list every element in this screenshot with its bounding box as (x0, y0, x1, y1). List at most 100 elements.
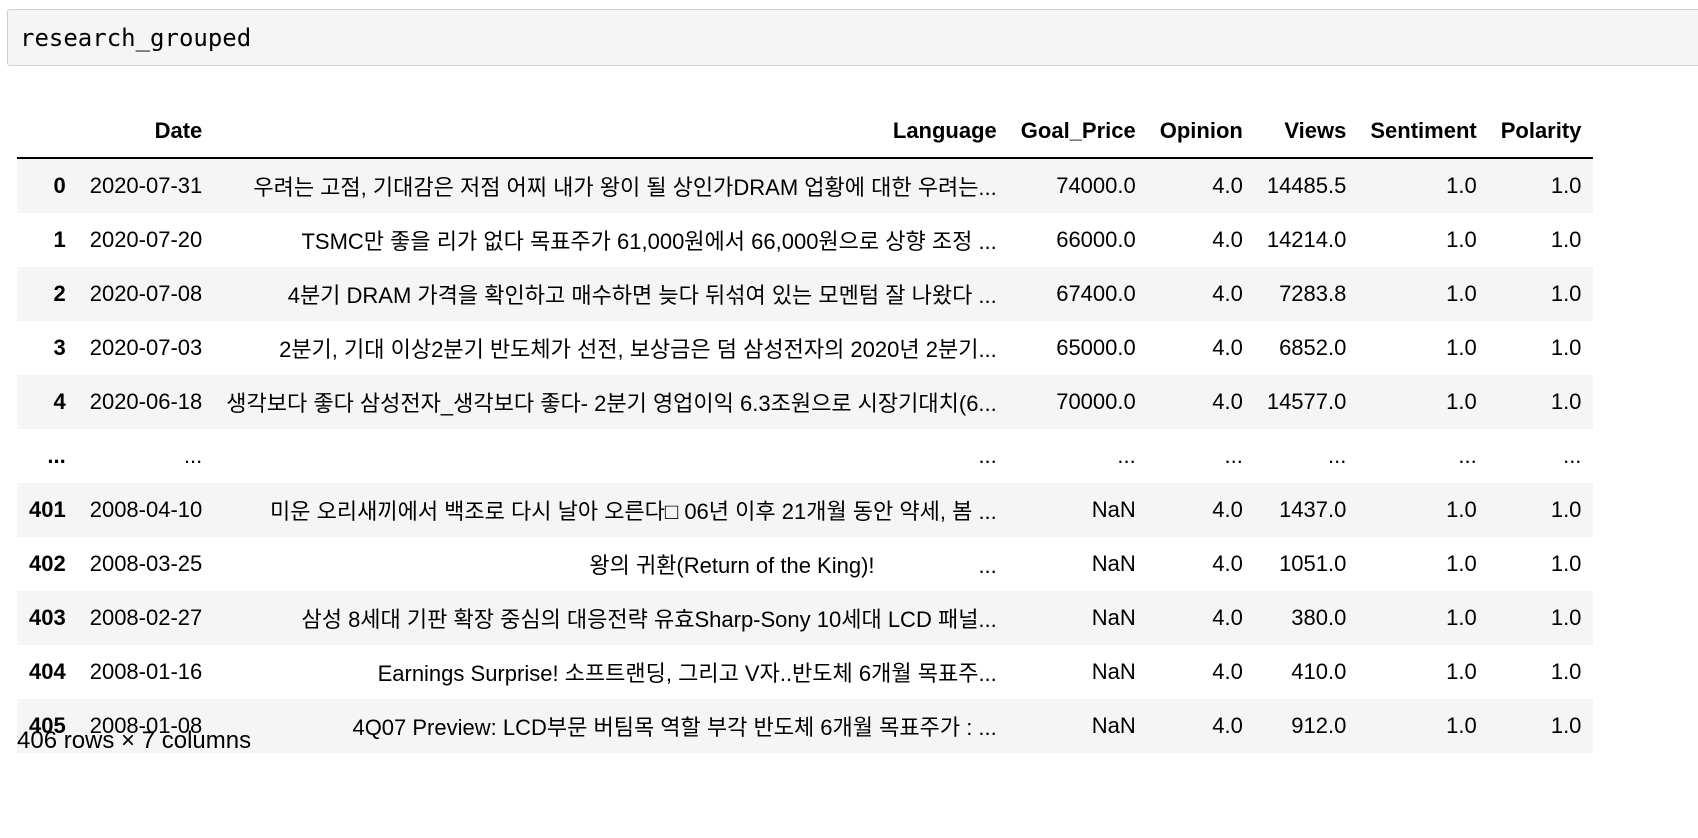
cell-polarity: 1.0 (1550, 659, 1582, 684)
cell-polarity: 1.0 (1550, 227, 1582, 252)
cell-opinion: 4.0 (1212, 659, 1243, 684)
table-header-row: Date Language Goal_Price Opinion Views S… (17, 105, 1594, 159)
header-views: Views (1254, 105, 1359, 159)
table-row: 402 2008-03-25 왕의 귀환(Return of the King)! … (17, 537, 1594, 591)
row-index: 402 (29, 551, 66, 576)
cell-goal-price: ... (1117, 443, 1136, 468)
table-row: 3 2020-07-03 2분기, 기대 이상2분기 반도체가 선전, 보상금은 덤… (17, 321, 1594, 375)
cell-language: 왕의 귀환(Return of the King)! ... (589, 553, 997, 578)
cell-sentiment: 1.0 (1446, 227, 1477, 252)
row-index: ... (47, 443, 66, 468)
cell-polarity: ... (1563, 443, 1582, 468)
cell-language: 2분기, 기대 이상2분기 반도체가 선전, 보상금은 덤 삼성전자의 2020… (279, 337, 997, 362)
cell-polarity: 1.0 (1550, 389, 1582, 414)
cell-sentiment: 1.0 (1446, 605, 1477, 630)
table-row: 1 2020-07-20 TSMC만 좋을 리가 없다 목표주가 61,000원에서… (17, 213, 1594, 267)
cell-polarity: 1.0 (1550, 281, 1582, 306)
table-summary: 406 rows × 7 columns (17, 727, 252, 754)
cell-sentiment: 1.0 (1446, 173, 1477, 198)
table-row: 401 2008-04-10 미운 오리새끼에서 백조로 다시 날아 오른다□ 06… (17, 483, 1594, 537)
cell-language: 우려는 고점, 기대감은 저점 어찌 내가 왕이 될 상인가DRAM 업황에 대… (253, 175, 997, 200)
cell-sentiment: 1.0 (1446, 335, 1477, 360)
cell-polarity: 1.0 (1550, 605, 1582, 630)
cell-language: Earnings Surprise! 소프트랜딩, 그리고 V자..반도체 6개… (377, 661, 997, 686)
cell-goal-price: 65000.0 (1056, 335, 1136, 360)
cell-opinion: 4.0 (1212, 605, 1243, 630)
cell-views: 1051.0 (1279, 551, 1347, 576)
cell-views: 14577.0 (1266, 389, 1347, 414)
cell-sentiment: 1.0 (1446, 659, 1477, 684)
cell-views: 14214.0 (1266, 227, 1347, 252)
table-row: ........................ (17, 429, 1594, 483)
cell-sentiment: 1.0 (1446, 389, 1477, 414)
cell-views: 410.0 (1291, 659, 1347, 684)
cell-views: 7283.8 (1279, 281, 1347, 306)
cell-date: 2008-03-25 (89, 551, 203, 576)
cell-opinion: 4.0 (1212, 497, 1243, 522)
row-index: 3 (53, 335, 66, 360)
row-index: 401 (29, 497, 66, 522)
row-index: 4 (53, 389, 66, 414)
cell-date: 2008-04-10 (89, 497, 203, 522)
cell-sentiment: ... (1458, 443, 1477, 468)
cell-language: 미운 오리새끼에서 백조로 다시 날아 오른다□ 06년 이후 21개월 동안 … (270, 499, 997, 524)
cell-language: ... (978, 443, 997, 468)
cell-opinion: 4.0 (1212, 173, 1243, 198)
cell-opinion: ... (1224, 443, 1243, 468)
row-index: 0 (53, 173, 66, 198)
cell-views: 6852.0 (1279, 335, 1347, 360)
row-index: 1 (53, 227, 66, 252)
table-row: 405 2008-01-08 4Q07 Preview: LCD부문 버팀목 역할 … (17, 699, 1594, 753)
table-row: 403 2008-02-27 삼성 8세대 기판 확장 중심의 대응전략 유효Sha… (17, 591, 1594, 645)
cell-opinion: 4.0 (1212, 389, 1243, 414)
dataframe-table: Date Language Goal_Price Opinion Views S… (17, 105, 1594, 753)
row-index: 403 (29, 605, 66, 630)
code-cell-input[interactable]: research_grouped (7, 9, 1698, 66)
cell-goal-price: NaN (1091, 659, 1136, 684)
cell-sentiment: 1.0 (1446, 281, 1477, 306)
cell-language: TSMC만 좋을 리가 없다 목표주가 61,000원에서 66,000원으로 … (301, 229, 997, 254)
cell-sentiment: 1.0 (1446, 551, 1477, 576)
cell-sentiment: 1.0 (1446, 497, 1477, 522)
cell-language: 4Q07 Preview: LCD부문 버팀목 역할 부각 반도체 6개월 목표… (352, 715, 997, 740)
table-row: 4 2020-06-18 생각보다 좋다 삼성전자_생각보다 좋다- 2분기 영업이… (17, 375, 1594, 429)
row-index: 2 (53, 281, 66, 306)
cell-polarity: 1.0 (1550, 497, 1582, 522)
cell-goal-price: 70000.0 (1056, 389, 1136, 414)
cell-goal-price: NaN (1091, 551, 1136, 576)
cell-goal-price: NaN (1091, 605, 1136, 630)
cell-language: 생각보다 좋다 삼성전자_생각보다 좋다- 2분기 영업이익 6.3조원으로 시… (226, 391, 997, 416)
header-sentiment: Sentiment (1358, 105, 1489, 159)
cell-opinion: 4.0 (1212, 227, 1243, 252)
cell-goal-price: 67400.0 (1056, 281, 1136, 306)
table-row: 404 2008-01-16 Earnings Surprise! 소프트랜딩, 그… (17, 645, 1594, 699)
table-row: 2 2020-07-08 4분기 DRAM 가격을 확인하고 매수하면 늦다 뒤섞여… (17, 267, 1594, 321)
cell-opinion: 4.0 (1212, 551, 1243, 576)
cell-views: 380.0 (1291, 605, 1347, 630)
cell-language: 4분기 DRAM 가격을 확인하고 매수하면 늦다 뒤섞여 있는 모멘텀 잘 나… (287, 283, 997, 308)
header-index (17, 105, 78, 159)
cell-opinion: 4.0 (1212, 281, 1243, 306)
header-date: Date (77, 105, 215, 159)
header-language: Language (214, 105, 1009, 159)
cell-views: 1437.0 (1279, 497, 1347, 522)
header-polarity: Polarity (1488, 105, 1594, 159)
cell-date: 2020-07-31 (89, 173, 203, 198)
cell-opinion: 4.0 (1212, 335, 1243, 360)
cell-date: 2008-01-16 (89, 659, 203, 684)
cell-language: 삼성 8세대 기판 확장 중심의 대응전략 유효Sharp-Sony 10세대 … (301, 607, 997, 632)
cell-goal-price: NaN (1091, 497, 1136, 522)
cell-views: 14485.5 (1266, 173, 1347, 198)
cell-views: 912.0 (1291, 713, 1347, 738)
cell-polarity: 1.0 (1550, 335, 1582, 360)
header-goal-price: Goal_Price (1008, 105, 1148, 159)
header-opinion: Opinion (1147, 105, 1255, 159)
cell-date: 2020-07-08 (89, 281, 203, 306)
code-text: research_grouped (20, 24, 252, 52)
cell-goal-price: 74000.0 (1056, 173, 1136, 198)
cell-date: 2020-07-20 (89, 227, 203, 252)
cell-polarity: 1.0 (1550, 173, 1582, 198)
table-row: 0 2020-07-31 우려는 고점, 기대감은 저점 어찌 내가 왕이 될 상인… (17, 158, 1594, 213)
cell-sentiment: 1.0 (1446, 713, 1477, 738)
cell-polarity: 1.0 (1550, 551, 1582, 576)
